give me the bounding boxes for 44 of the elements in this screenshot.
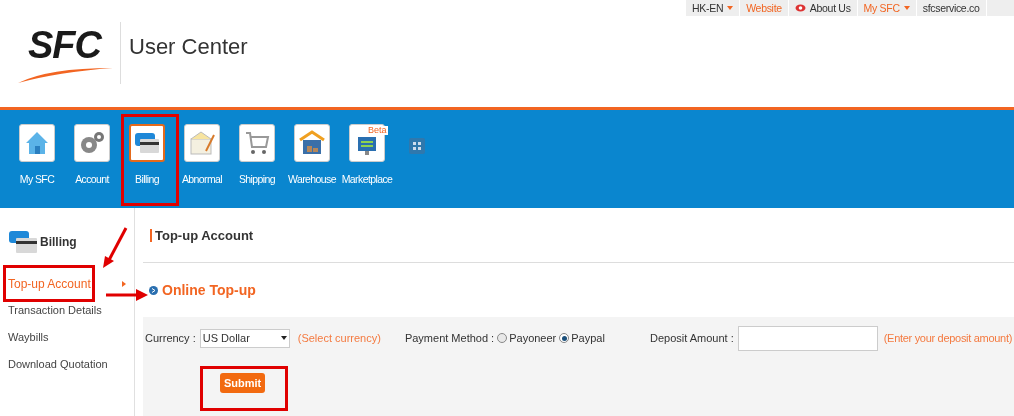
section-title: Online Top-up — [162, 280, 256, 300]
annotation-arrow — [105, 289, 149, 301]
caret-icon — [727, 6, 734, 10]
top-link[interactable]: sfcservice.co — [916, 0, 987, 16]
top-link[interactable]: Website — [740, 0, 789, 16]
triangle-icon — [122, 280, 126, 287]
sidebar-item[interactable]: Waybills — [0, 324, 134, 351]
radio-button[interactable] — [559, 333, 570, 343]
nav-item[interactable]: Warehouse — [285, 124, 339, 188]
cards-icon — [8, 230, 38, 254]
eye-icon — [794, 4, 806, 12]
payment-option[interactable]: Payoneer — [497, 329, 557, 347]
top-link[interactable]: My SFC — [857, 0, 917, 16]
nav-item[interactable]: My SFC — [10, 124, 64, 188]
nav-item[interactable]: Beta Marketplace — [340, 124, 394, 188]
caret-icon — [903, 6, 910, 10]
beta-label: Beta — [367, 126, 388, 135]
annotation-arrow — [102, 226, 128, 270]
logo: SFC — [18, 22, 116, 84]
radio-button[interactable] — [497, 333, 508, 343]
sidebar-title: Billing — [40, 234, 77, 251]
top-link[interactable]: About Us — [788, 0, 858, 16]
submit-button[interactable]: Submit — [220, 373, 266, 393]
deposit-label: Deposit Amount : — [649, 330, 734, 346]
sidebar-item[interactable]: Transaction Details — [0, 297, 134, 324]
nav-item[interactable]: Account — [65, 124, 119, 188]
page-heading: Top-up Account — [150, 228, 254, 242]
deposit-hint: (Enter your deposit amount) — [883, 330, 1012, 346]
currency-select[interactable]: US Dollar — [199, 328, 290, 348]
sidebar-item[interactable]: Top-up Account — [0, 270, 134, 297]
currency-label: Currency : — [145, 330, 196, 346]
nav-item[interactable]: Abnormal — [175, 124, 229, 188]
payment-option[interactable]: Paypal — [559, 329, 605, 347]
payment-label: Payment Method : — [404, 330, 495, 346]
nav-item[interactable]: Shipping — [230, 124, 284, 188]
top-link[interactable]: HK-EN — [686, 0, 741, 16]
grid-icon[interactable] — [409, 138, 425, 154]
nav-item[interactable]: Billing — [120, 124, 174, 188]
caret-icon — [280, 336, 287, 340]
circle-arrow-icon — [149, 285, 158, 295]
currency-hint: (Select currency) — [297, 330, 381, 346]
sidebar-item[interactable]: Download Quotation — [0, 351, 134, 378]
deposit-input[interactable] — [737, 325, 878, 351]
page-title: User Center — [129, 33, 248, 61]
